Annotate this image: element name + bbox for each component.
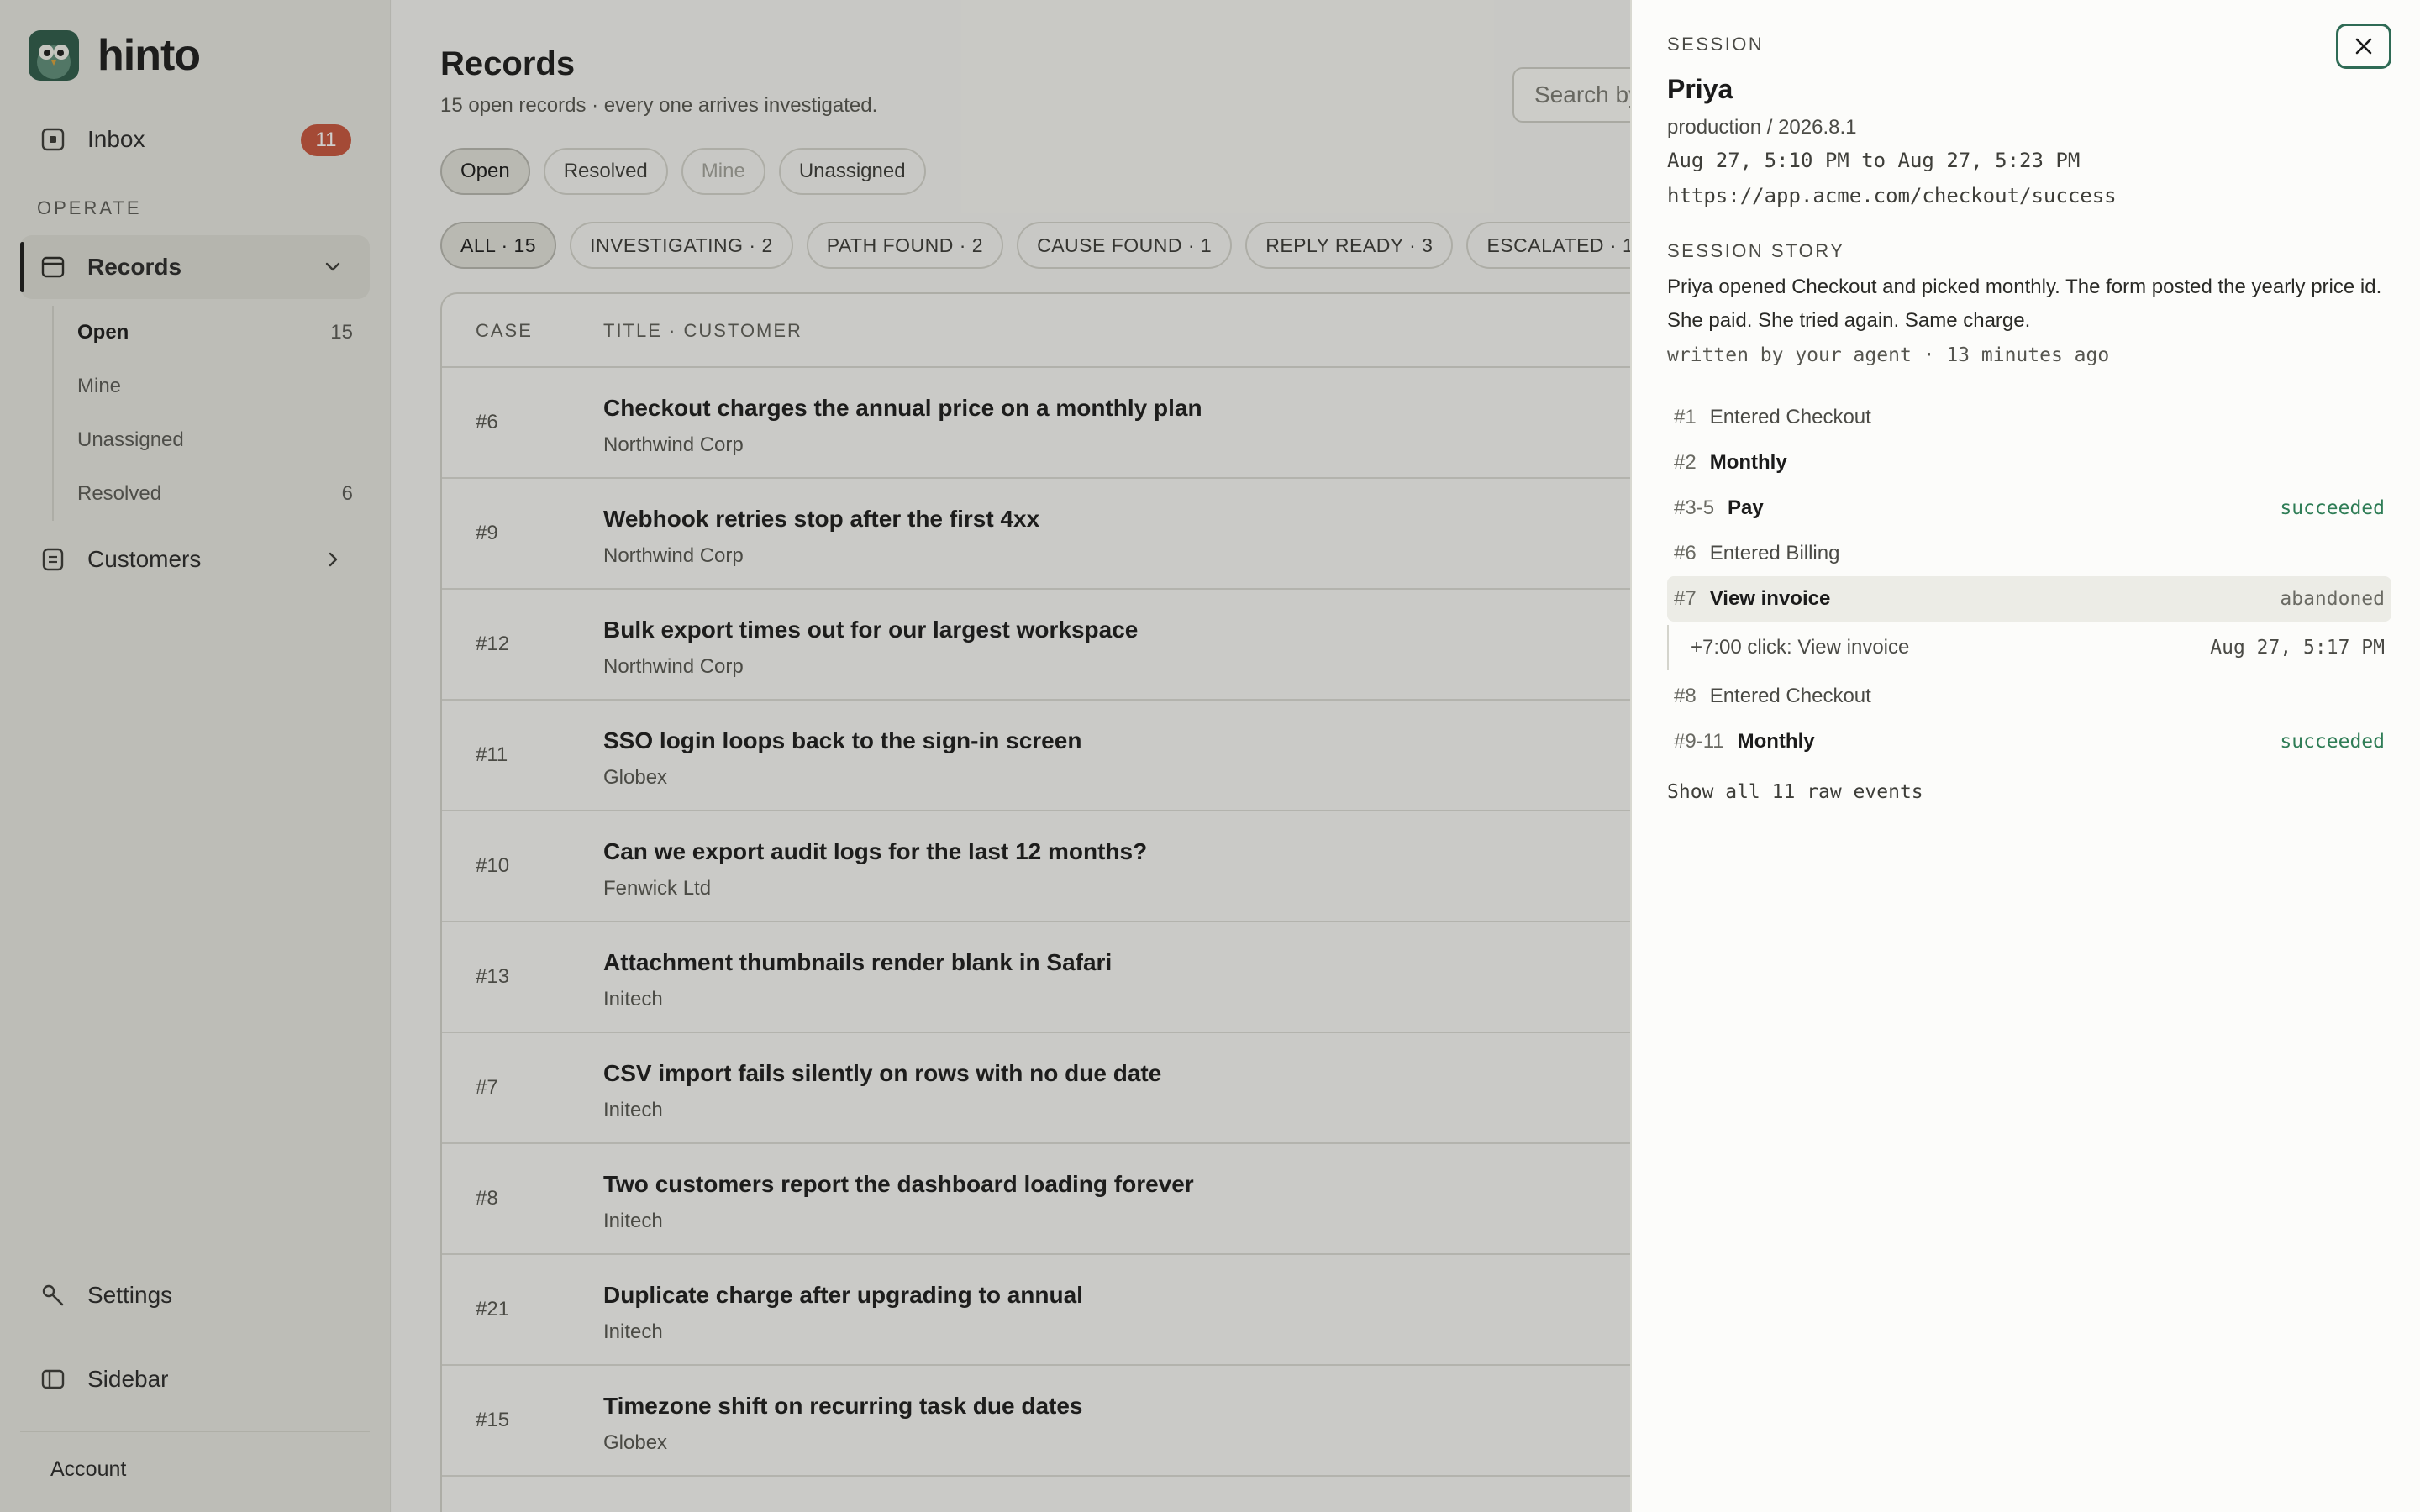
event-detail: +7:00 click: View invoice Aug 27, 5:17 P… (1667, 625, 2391, 670)
session-user: Priya (1667, 74, 1733, 104)
event-row[interactable]: #1 Entered Checkout (1667, 395, 2391, 440)
event-number: #2 (1674, 451, 1697, 474)
event-label: Pay (1728, 496, 1764, 519)
session-url[interactable]: https://app.acme.com/checkout/success (1667, 184, 2117, 207)
event-label: Entered Billing (1709, 542, 1840, 564)
event-detail-time: Aug 27, 5:17 PM (2210, 637, 2385, 659)
show-all-events-link[interactable]: Show all 11 raw events (1667, 781, 1923, 803)
session-story-meta: written by your agent · 13 minutes ago (1667, 344, 2110, 366)
event-label: Entered Checkout (1709, 685, 1871, 707)
event-label: Monthly (1709, 451, 1787, 474)
close-button[interactable] (2336, 24, 2391, 69)
event-label: Monthly (1737, 730, 1815, 753)
event-detail-text: +7:00 click: View invoice (1691, 636, 1910, 659)
event-number: #3-5 (1674, 496, 1715, 519)
event-status: abandoned (2280, 588, 2385, 610)
event-number: #8 (1674, 685, 1697, 707)
close-icon (2355, 38, 2372, 55)
session-env: production / 2026.8.1 (1667, 116, 1857, 139)
event-status: succeeded (2280, 731, 2385, 753)
session-story: Priya opened Checkout and picked monthly… (1667, 276, 2382, 332)
event-number: #9-11 (1674, 730, 1724, 753)
event-status: succeeded (2280, 497, 2385, 519)
session-drawer: SESSION Priya production / 2026.8.1 Aug … (1630, 0, 2420, 1512)
event-row[interactable]: #6 Entered Billing (1667, 531, 2391, 576)
session-label: SESSION (1667, 34, 1765, 55)
event-row[interactable]: #8 Entered Checkout (1667, 674, 2391, 719)
event-row[interactable]: #9-11 Monthly succeeded (1667, 719, 2391, 764)
event-number: #6 (1674, 542, 1697, 564)
event-list: #1 Entered Checkout #2 Monthly #3-5 Pay … (1667, 395, 2391, 764)
event-row-selected[interactable]: #7 View invoice abandoned (1667, 576, 2391, 622)
session-time-range: Aug 27, 5:10 PM to Aug 27, 5:23 PM (1667, 149, 2081, 172)
event-number: #7 (1674, 587, 1697, 610)
session-story-label: SESSION STORY (1667, 240, 1845, 261)
event-label: View invoice (1709, 587, 1831, 610)
event-number: #1 (1674, 406, 1697, 428)
event-row[interactable]: #2 Monthly (1667, 440, 2391, 486)
event-row[interactable]: #3-5 Pay succeeded (1667, 486, 2391, 531)
modal-scrim[interactable] (0, 0, 1630, 1512)
event-label: Entered Checkout (1709, 406, 1871, 428)
